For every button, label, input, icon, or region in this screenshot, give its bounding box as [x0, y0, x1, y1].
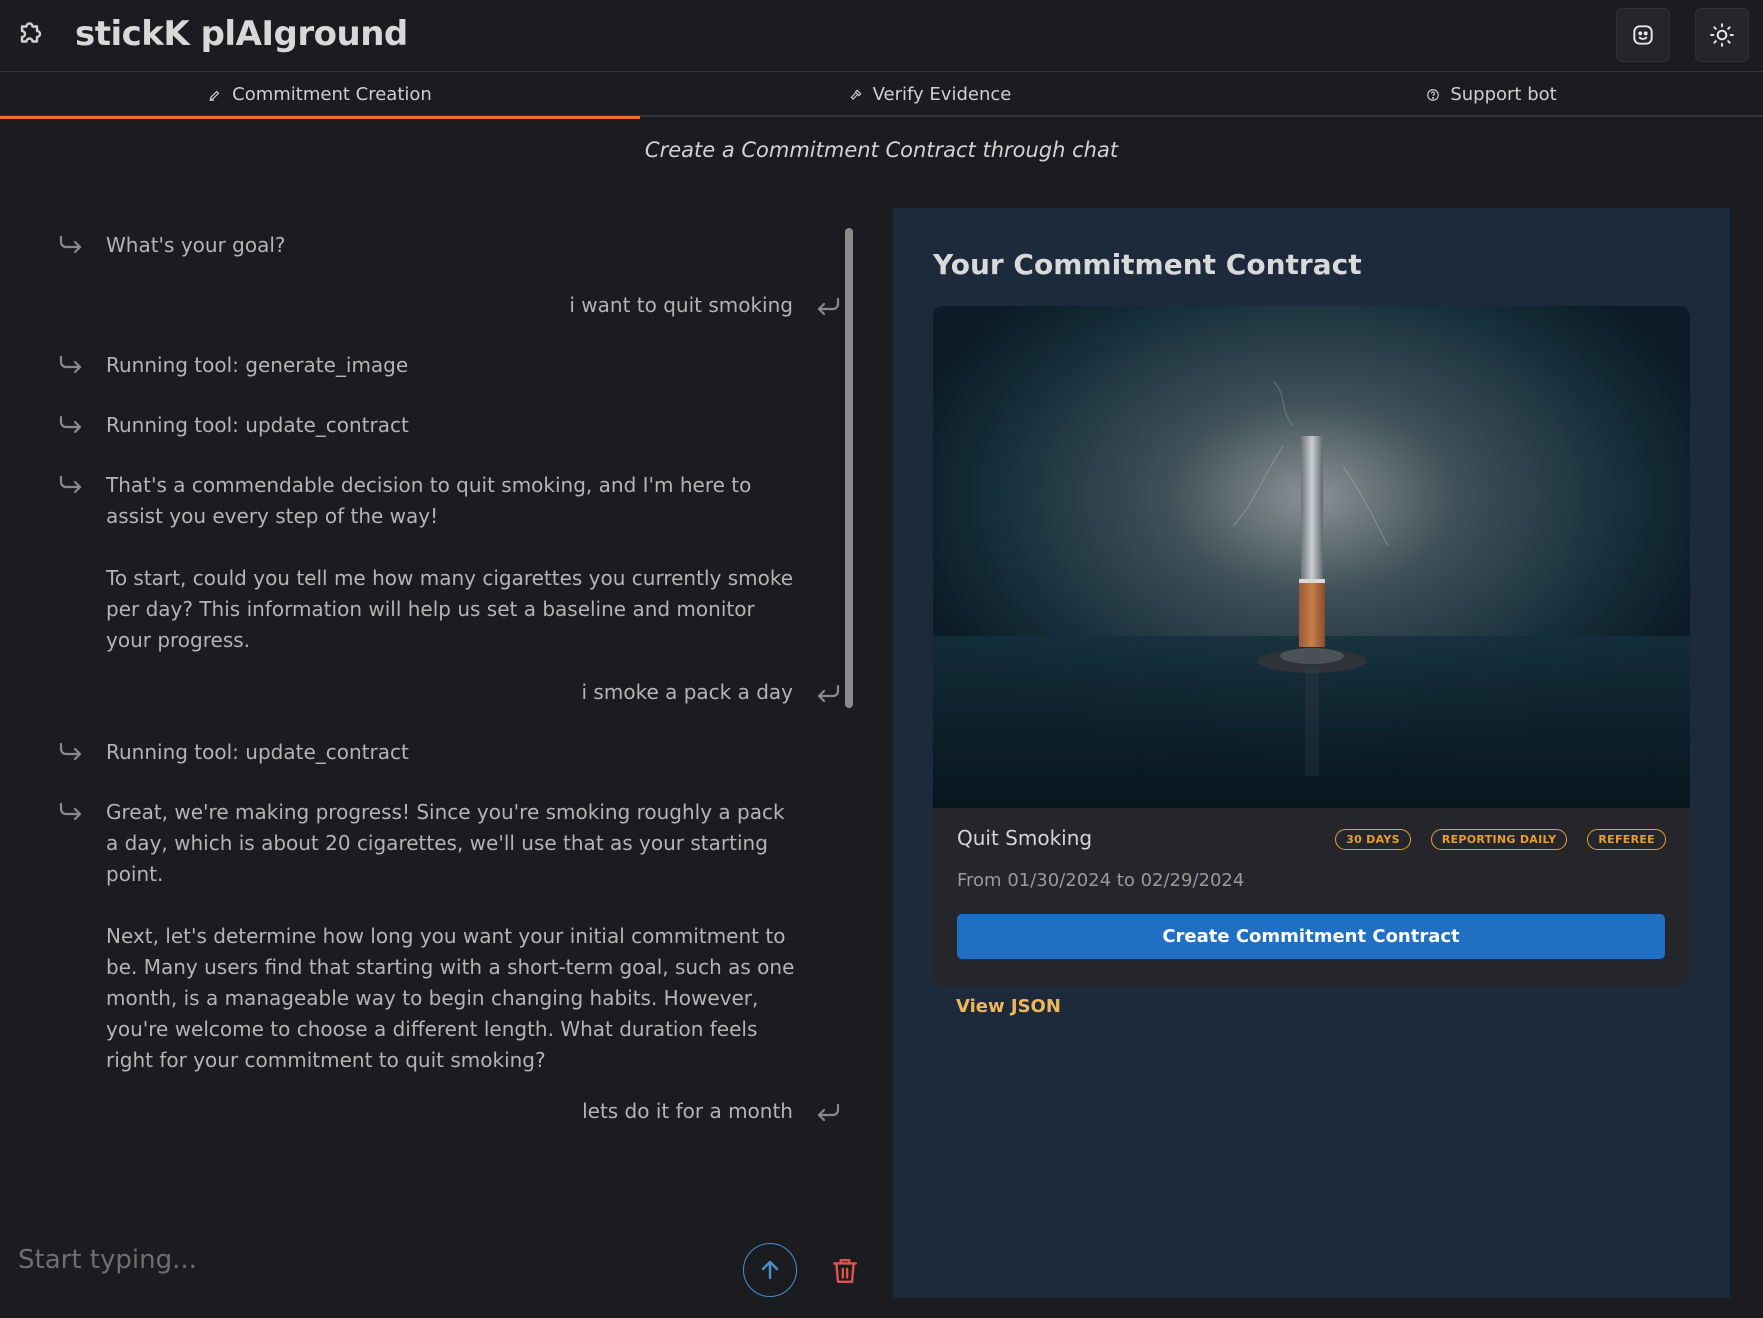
send-button[interactable] — [743, 1243, 797, 1297]
contract-panel: Your Commitment Contract Quit Smoking 30… — [893, 208, 1730, 1298]
puzzle-icon — [20, 22, 42, 43]
chat-input[interactable] — [18, 1235, 718, 1285]
hammer-icon — [850, 89, 862, 100]
page-subtitle: Create a Commitment Contract through cha… — [644, 138, 1119, 162]
chat-scrollbar[interactable] — [845, 228, 853, 708]
profile-button[interactable] — [1616, 8, 1670, 62]
chat-message-bot: Running tool: generate_image — [59, 350, 796, 381]
pen-icon — [209, 90, 220, 101]
trash-icon — [833, 1259, 857, 1283]
chat-message-bot: That's a commendable decision to quit sm… — [59, 470, 796, 656]
theme-toggle-button[interactable] — [1695, 8, 1749, 62]
chat-message-user: lets do it for a month — [582, 1096, 840, 1127]
chat-message-user: i want to quit smoking — [569, 290, 840, 321]
chat-message-bot: Great, we're making progress! Since you'… — [59, 797, 796, 1076]
reply-forward-icon — [59, 355, 82, 374]
reply-forward-icon — [59, 415, 82, 434]
reply-back-icon — [817, 297, 840, 316]
chat-message-bot: What's your goal? — [59, 230, 796, 261]
reply-forward-icon — [59, 235, 82, 254]
reply-back-icon — [817, 1103, 840, 1122]
app-title: stickK plAIground — [75, 14, 408, 54]
contract-name: Quit Smoking — [957, 826, 1093, 850]
tab-bar: Commitment Creation Verify Evidence Supp… — [0, 72, 1763, 119]
badge-duration: 30 DAYS — [1335, 829, 1411, 850]
cigarette-photo — [933, 306, 1690, 808]
face-icon — [1633, 25, 1653, 45]
contract-card: Quit Smoking 30 DAYS REPORTING DAILY REF… — [933, 306, 1690, 986]
chat-message-user: i smoke a pack a day — [582, 677, 840, 708]
clear-chat-button[interactable] — [830, 1255, 860, 1287]
reply-forward-icon — [59, 742, 82, 761]
tab-commitment-creation[interactable]: Commitment Creation — [0, 72, 640, 119]
chat-message-bot: Running tool: update_contract — [59, 737, 796, 768]
chat-message-bot: Running tool: update_contract — [59, 410, 796, 441]
tab-label: Support bot — [1450, 84, 1557, 105]
view-json-link[interactable]: View JSON — [956, 996, 1061, 1017]
badge-reporting: REPORTING DAILY — [1430, 829, 1568, 850]
tab-verify-evidence[interactable]: Verify Evidence — [640, 72, 1220, 117]
contract-heading: Your Commitment Contract — [933, 248, 1362, 281]
reply-forward-icon — [59, 802, 82, 821]
contract-dates: From 01/30/2024 to 02/29/2024 — [957, 870, 1245, 891]
chat-panel: What's your goal? i want to quit smoking… — [0, 208, 870, 1198]
create-contract-button[interactable]: Create Commitment Contract — [957, 914, 1665, 959]
tab-support-bot[interactable]: Support bot — [1220, 72, 1763, 117]
reply-forward-icon — [59, 475, 82, 494]
arrow-up-icon — [761, 1260, 779, 1280]
tab-label: Commitment Creation — [232, 84, 432, 105]
badge-referee: REFEREE — [1587, 829, 1666, 850]
app-header: stickK plAIground — [0, 0, 1763, 72]
tab-label: Verify Evidence — [872, 84, 1012, 105]
help-icon — [1427, 88, 1440, 101]
reply-back-icon — [817, 684, 840, 703]
sun-icon — [1710, 23, 1734, 47]
contract-badges: 30 DAYS REPORTING DAILY REFEREE — [1335, 829, 1666, 850]
